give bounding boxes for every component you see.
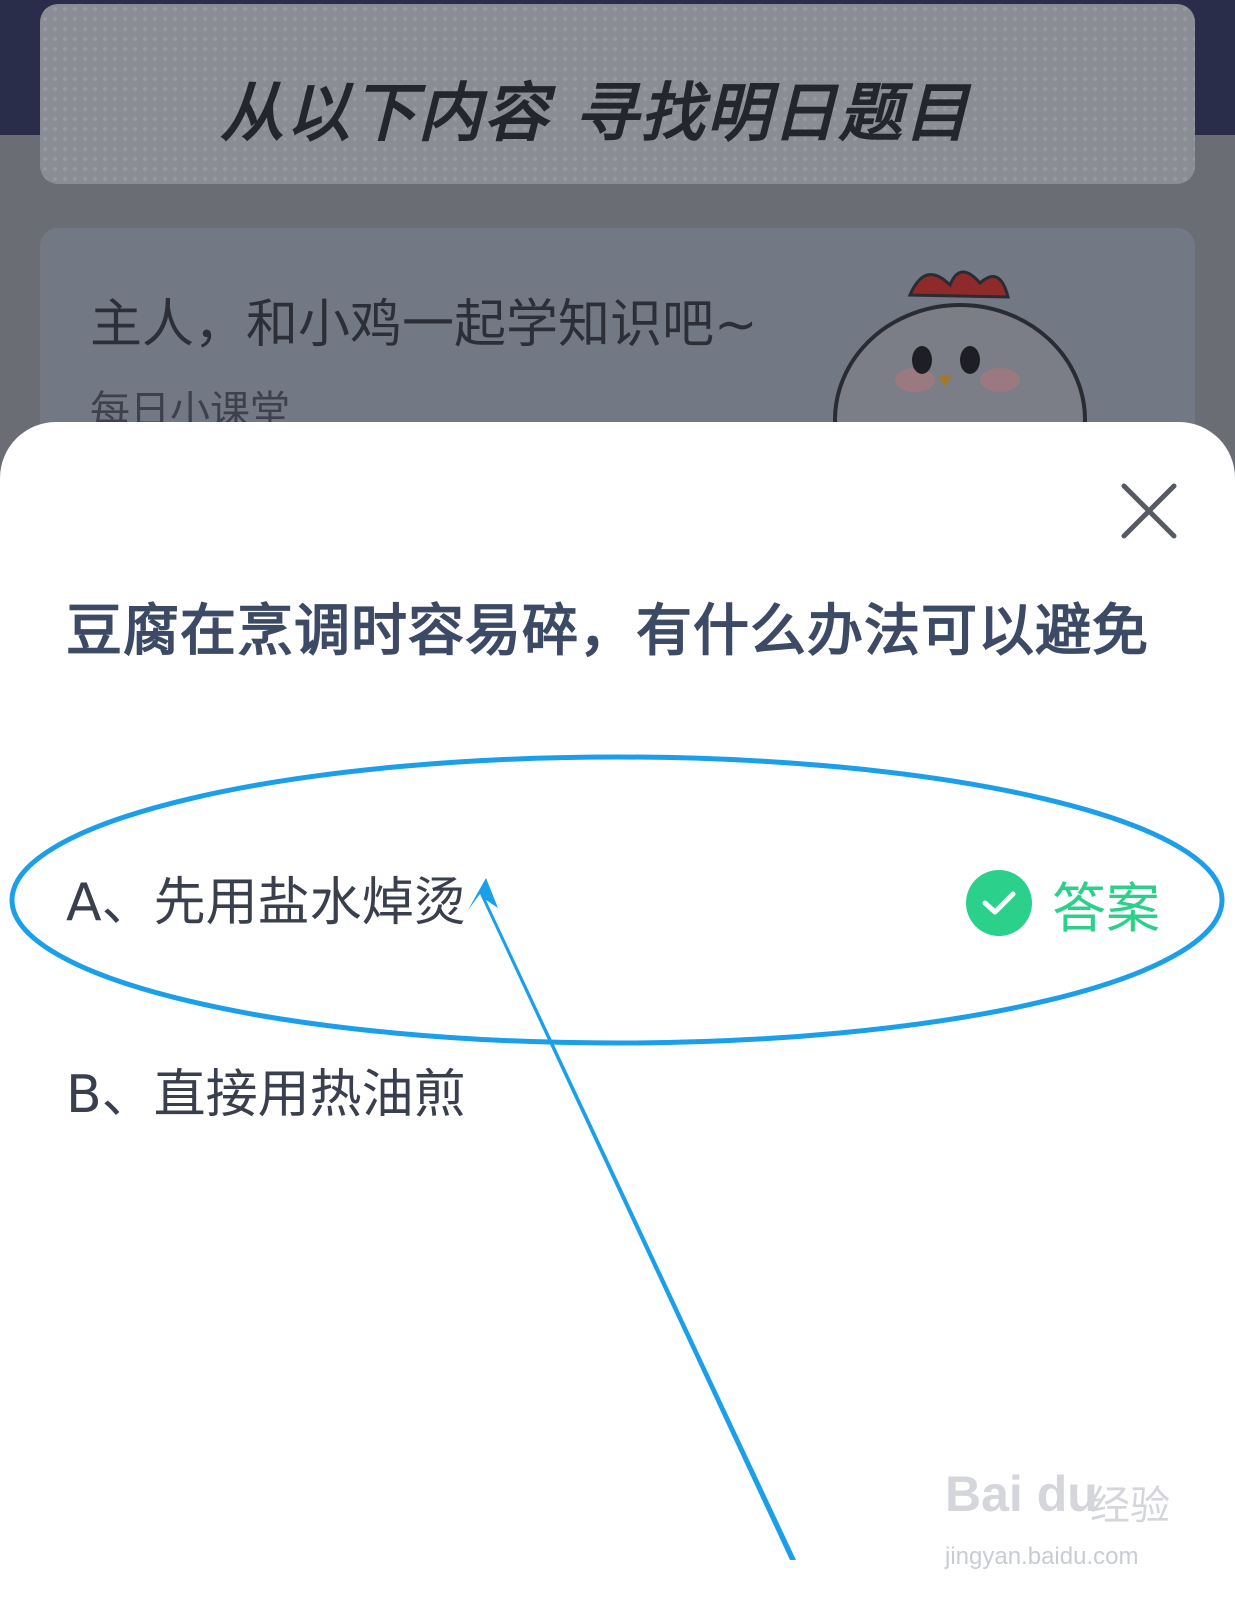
chick-mascot-icon [833, 270, 1087, 435]
answer-label: 答案 [1052, 876, 1160, 940]
close-icon [1121, 483, 1177, 539]
watermark-brand: Bai du [945, 1466, 1098, 1522]
check-icon [966, 870, 1032, 936]
header-title: 从以下内容 寻找明日题目 [220, 77, 971, 151]
close-button[interactable] [1118, 480, 1180, 542]
watermark-brand-cn: 经验 [1090, 1484, 1170, 1528]
question-text: 豆腐在烹调时容易碎，有什么办法可以避免 [66, 599, 1149, 664]
lesson-title: 主人，和小鸡一起学知识吧~ [90, 295, 758, 355]
watermark-url: jingyan.baidu.com [945, 1543, 1139, 1570]
option-b[interactable]: B、直接用热油煎 [66, 1050, 1166, 1140]
answer-badge: 答案 [966, 866, 1160, 940]
baidu-jingyan-watermark: Bai du 经验 jingyan.baidu.com [945, 1445, 1205, 1575]
